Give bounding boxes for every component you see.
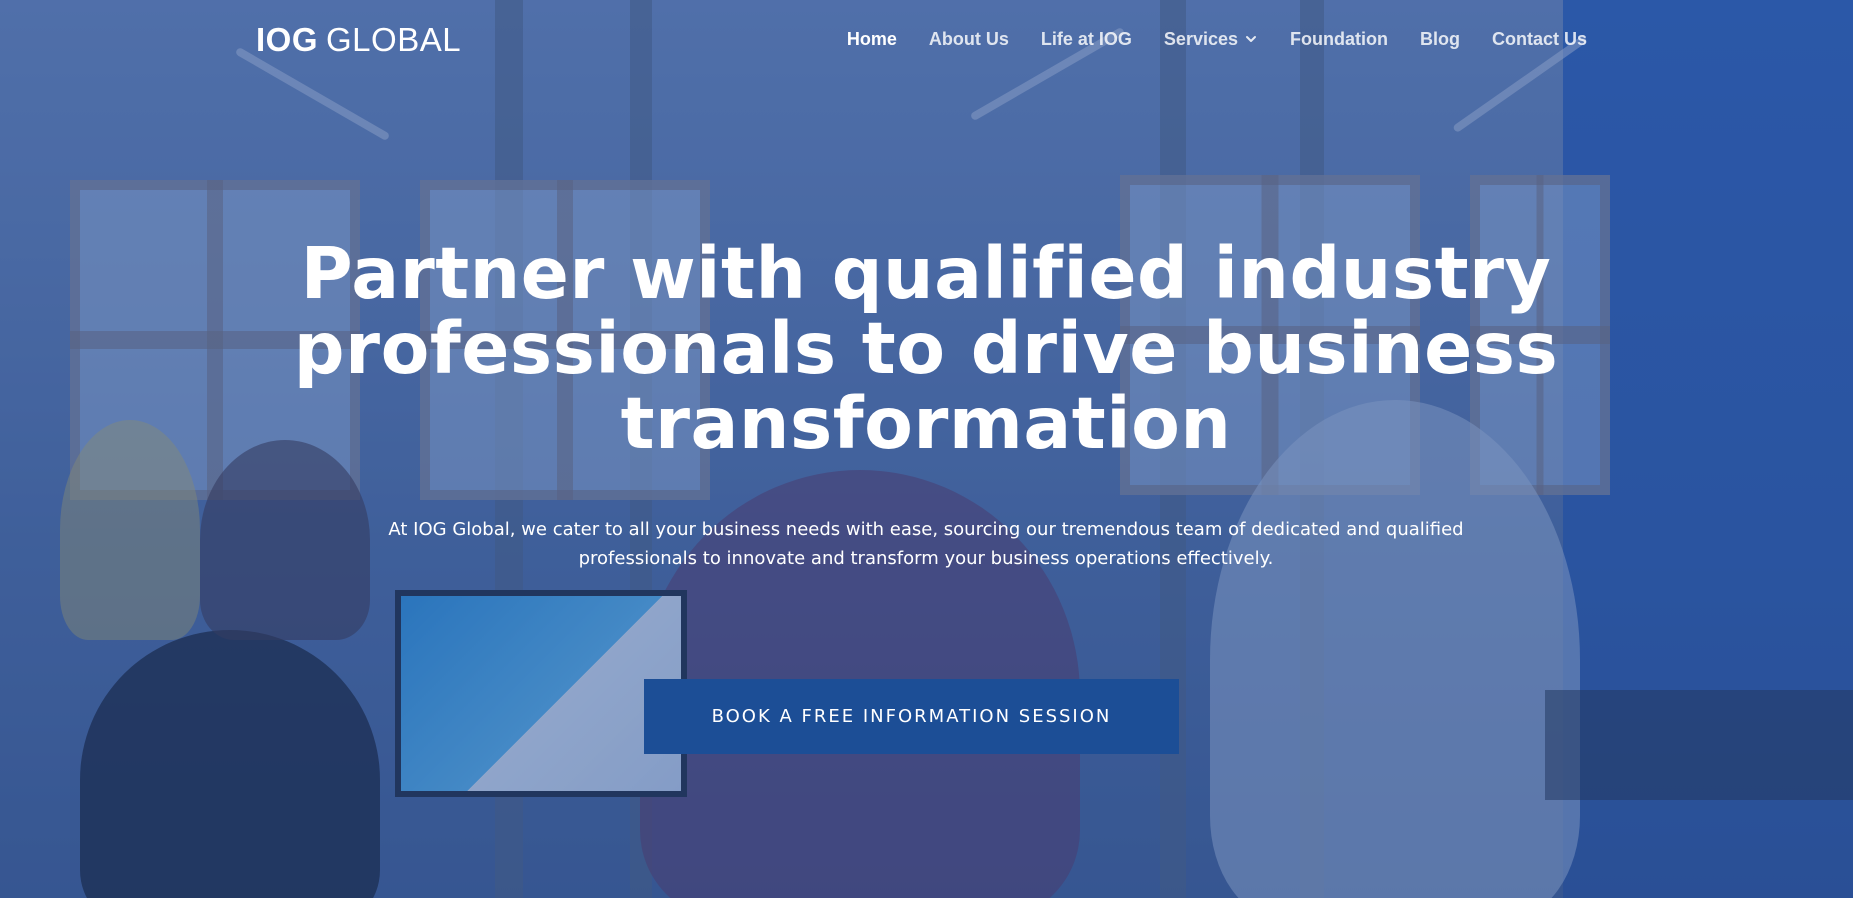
nav-item-services-label: Services	[1163, 29, 1238, 49]
book-information-session-button[interactable]: BOOK A FREE INFORMATION SESSION	[644, 679, 1179, 754]
hero-section: IOG GLOBAL Home About Us Life at IOG Serv…	[0, 0, 1853, 898]
chevron-down-icon	[1246, 36, 1256, 42]
logo-text-bold: IOG	[256, 21, 319, 58]
hero-description: At IOG Global, we cater to all your busi…	[388, 519, 1464, 569]
nav-item-foundation[interactable]: Foundation	[1290, 25, 1388, 53]
hero-headline: Partner with qualified industry professi…	[293, 232, 1559, 465]
main-navigation: Home About Us Life at IOG Services Found…	[847, 25, 1587, 53]
nav-item-life-at-iog[interactable]: Life at IOG	[1041, 25, 1132, 53]
nav-item-about-us[interactable]: About Us	[929, 25, 1009, 53]
nav-item-contact-us[interactable]: Contact Us	[1492, 25, 1587, 53]
nav-item-services[interactable]: Services	[1164, 25, 1258, 53]
site-header: IOG GLOBAL Home About Us Life at IOG Serv…	[0, 0, 1853, 80]
nav-item-blog[interactable]: Blog	[1420, 25, 1460, 53]
nav-item-home[interactable]: Home	[847, 25, 897, 53]
iog-global-logo[interactable]: IOG GLOBAL	[256, 20, 461, 60]
logo-text-light: GLOBAL	[326, 21, 462, 58]
